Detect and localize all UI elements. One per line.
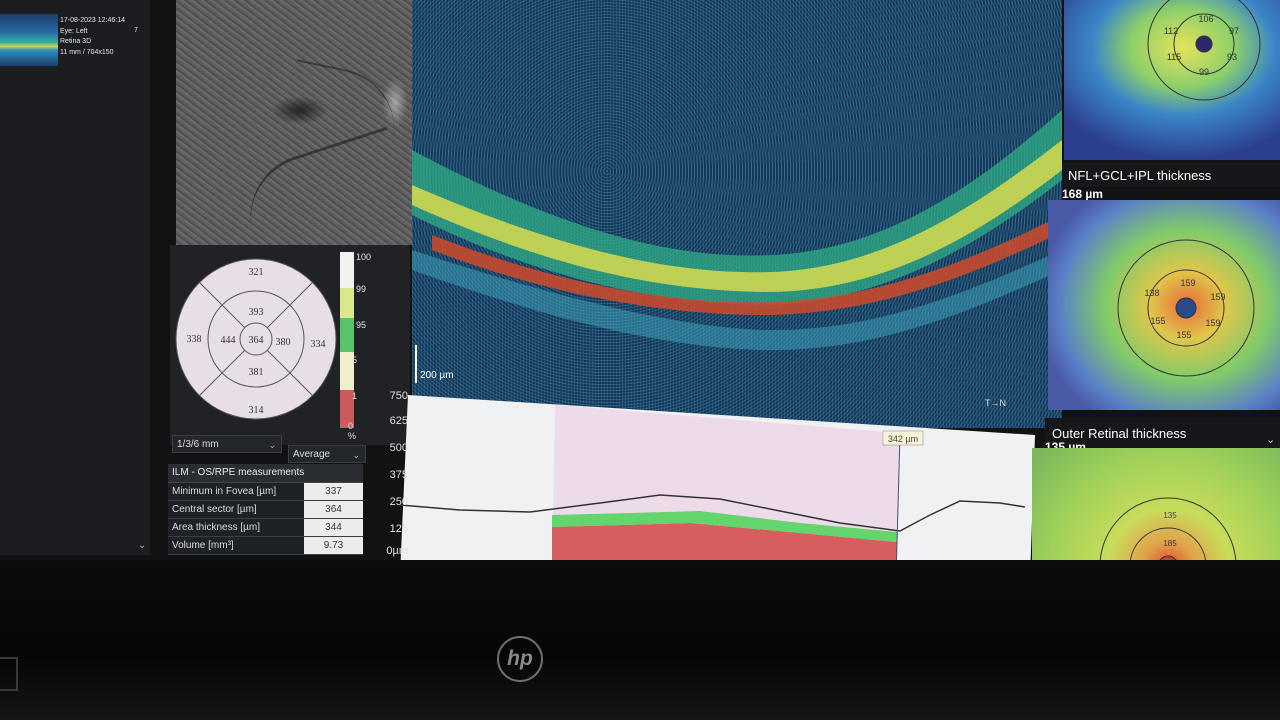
scan-date: 17-08-2023 12:46:14 (60, 17, 125, 24)
map-mid-nasal: 138 (1144, 288, 1159, 298)
table-row: Central sector [µm] 364 (168, 501, 363, 519)
scale-label-5: 5 (352, 355, 358, 365)
y-tick: 125 (389, 523, 408, 535)
scale-label-0: 0 (348, 421, 354, 431)
etdrs-nasal-outer: 338 (187, 334, 202, 345)
measurement-value: 344 (304, 519, 363, 536)
chevron-down-icon: ⌄ (352, 450, 360, 460)
map-bot-title: Outer Retinal thickness (1052, 426, 1187, 441)
measurement-label: Area thickness [µm] (168, 519, 304, 536)
profile-cursor-label: 342 µm (888, 434, 918, 444)
map-mid-nasal-inf: 155 (1150, 316, 1165, 326)
scan-info: 17-08-2023 12:46:14 Eye: Left 7 Retina 3… (60, 16, 142, 58)
retina-layers (412, 110, 1062, 350)
map-bot-superior-inner: 185 (1163, 539, 1177, 548)
etdrs-temporal-outer: 334 (311, 339, 326, 350)
etdrs-inferior-outer: 314 (249, 405, 264, 416)
scan-protocol: Retina 3D (60, 38, 92, 45)
measurements-title: ILM - OS/RPE measurements (168, 464, 363, 483)
measurement-label: Volume [mm³] (168, 537, 304, 554)
chevron-down-icon[interactable]: ⌄ (1266, 433, 1275, 446)
etdrs-superior-outer: 321 (249, 267, 264, 278)
ring-size-select[interactable]: 1/3/6 mm ⌄ (172, 435, 282, 453)
measurement-label: Minimum in Fovea [µm] (168, 483, 304, 500)
etdrs-inferior-inner: 381 (249, 367, 264, 378)
map-top-temporal-sup: 97 (1229, 26, 1239, 36)
corner-icon (0, 657, 18, 691)
mode-value: Average (293, 449, 331, 460)
scale-label-99: 99 (356, 284, 367, 294)
mode-select[interactable]: Average ⌄ (288, 445, 366, 463)
oct-bscan-image[interactable] (412, 0, 1062, 428)
map-bot-superior-outer: 135 (1163, 511, 1177, 520)
thickness-map-gcl[interactable]: 159 138 159 155 159 155 (1048, 190, 1280, 410)
monitor-bezel (0, 560, 1280, 720)
scan-size: 11 mm / 704x150 (60, 48, 114, 56)
y-tick: 500 (389, 442, 408, 454)
measurement-label: Central sector [µm] (168, 501, 304, 518)
ring-size-value: 1/3/6 mm (177, 439, 219, 450)
measurements-table: ILM - OS/RPE measurements Minimum in Fov… (168, 464, 363, 555)
hp-logo: hp (497, 636, 543, 682)
bscan-scale-label: 200 µm (420, 370, 454, 381)
etdrs-central: 364 (249, 335, 264, 346)
y-tick: 625 (389, 415, 408, 427)
scan-eye: Eye: Left (60, 27, 88, 35)
bscan-scale-bar (415, 345, 417, 383)
table-row: Minimum in Fovea [µm] 337 (168, 483, 363, 501)
chevron-down-icon[interactable]: ⌄ (138, 540, 146, 551)
left-sidebar (0, 0, 150, 555)
measurement-value: 9.73 (304, 537, 363, 554)
map-mid-superior: 159 (1180, 278, 1195, 288)
normative-color-scale (340, 252, 354, 430)
y-tick: 750 (389, 390, 408, 402)
map-mid-temporal-sup: 159 (1210, 292, 1225, 302)
thickness-map-top[interactable]: 106 97 112 93 115 99 (1064, 0, 1280, 160)
measurement-value: 337 (304, 483, 363, 500)
table-row: Area thickness [µm] 344 (168, 519, 363, 537)
y-tick: 250 (389, 496, 408, 508)
etdrs-temporal-inner: 380 (276, 337, 291, 348)
scan-eye-count: 7 (134, 27, 138, 34)
etdrs-superior-inner: 393 (249, 307, 264, 318)
map-top-nasal-sup: 112 (1164, 26, 1178, 36)
y-tick: 0µm (386, 545, 408, 557)
y-tick: 375 (389, 469, 408, 481)
map-mid-inferior: 155 (1176, 330, 1191, 340)
scale-label-95: 95 (356, 320, 367, 330)
map-top-temporal-inf: 93 (1227, 52, 1237, 62)
map-mid-title: NFL+GCL+IPL thickness (1068, 168, 1212, 183)
map-top-superior: 106 (1198, 14, 1213, 24)
scale-label-1: 1 (352, 391, 358, 401)
map-top-nasal-inf: 115 (1167, 52, 1181, 62)
etdrs-grid[interactable]: 321 393 338 444 364 380 334 381 314 (172, 246, 342, 431)
scan-thumbnail[interactable] (0, 14, 58, 66)
chevron-down-icon: ⌄ (268, 440, 276, 450)
map-mid-temporal-inf: 159 (1205, 318, 1220, 328)
measurement-value: 364 (304, 501, 363, 518)
scale-label-100: 100 (356, 252, 372, 262)
map-top-inferior: 99 (1199, 67, 1209, 77)
scale-unit: % (348, 431, 357, 441)
etdrs-nasal-inner: 444 (221, 335, 236, 346)
table-row: Volume [mm³] 9.73 (168, 537, 363, 555)
